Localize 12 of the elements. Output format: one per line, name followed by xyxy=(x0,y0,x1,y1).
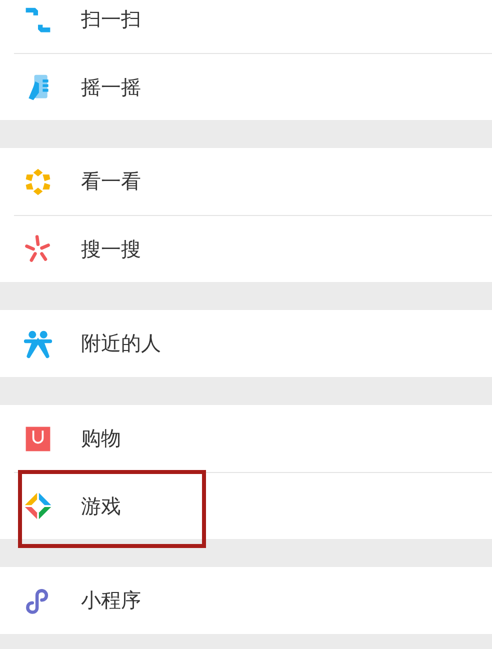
menu-item-label[interactable]: 小程序 xyxy=(81,587,141,614)
menu-item-label[interactable]: 购物 xyxy=(81,425,121,452)
hexagon-dots-icon xyxy=(23,166,53,196)
menu-item-label[interactable]: 扫一扫 xyxy=(81,6,141,33)
menu-item-label[interactable]: 附近的人 xyxy=(81,330,161,357)
menu-item-label[interactable]: 游戏 xyxy=(81,492,121,520)
four-color-diamond-icon xyxy=(23,491,53,521)
asterisk-icon xyxy=(23,234,53,264)
people-icon xyxy=(23,328,53,358)
menu-item-label[interactable]: 搜一搜 xyxy=(81,236,141,262)
menu-item-label[interactable]: 摇一摇 xyxy=(81,74,141,100)
menu-item-label[interactable]: 看一看 xyxy=(81,168,141,195)
